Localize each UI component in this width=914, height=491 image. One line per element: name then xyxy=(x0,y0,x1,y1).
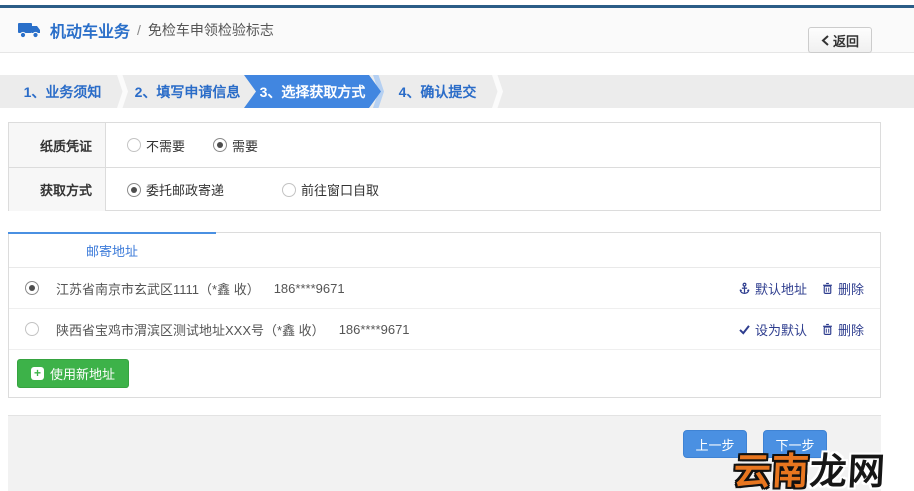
default-address-button[interactable]: 默认地址 xyxy=(738,279,807,298)
radio-needed[interactable]: 需要 xyxy=(213,136,258,155)
previous-step-button[interactable]: 上一步 xyxy=(683,430,747,458)
form-content: 委托邮政寄递 前往窗口自取 xyxy=(106,168,880,211)
radio-checked-icon[interactable] xyxy=(25,281,39,295)
trash-icon xyxy=(821,323,834,336)
radio-icon[interactable] xyxy=(127,138,141,152)
radio-checked-icon[interactable] xyxy=(127,183,141,197)
form-label: 纸质凭证 xyxy=(9,123,106,167)
step-2-fill-info: 2、填写申请信息 xyxy=(125,75,250,108)
truck-icon xyxy=(18,21,42,39)
page-subtitle: 免检车申领检验标志 xyxy=(148,20,274,40)
check-icon xyxy=(738,323,751,336)
address-row-1[interactable]: 江苏省南京市玄武区1111（*鑫 收） 186****9671 默认地址 xyxy=(9,268,880,309)
form-row-paper-voucher: 纸质凭证 不需要 需要 xyxy=(9,123,880,167)
back-button[interactable]: 返回 xyxy=(808,27,872,53)
page: 机动车业务 / 免检车申领检验标志 返回 1、业务须知 2、填写申请信息 3、选… xyxy=(0,0,914,491)
address-tabbar: 邮寄地址 xyxy=(9,233,880,268)
tab-label: 邮寄地址 xyxy=(86,241,138,260)
back-button-label: 返回 xyxy=(833,31,859,50)
radio-not-needed[interactable]: 不需要 xyxy=(127,136,185,155)
tab-mailing-address[interactable]: 邮寄地址 xyxy=(9,233,215,267)
action-label: 默认地址 xyxy=(755,279,807,298)
footer-buttons: 上一步 下一步 xyxy=(683,430,827,458)
address-text: 陕西省宝鸡市渭滨区测试地址XXX号（*鑫 收） xyxy=(56,320,325,339)
radio-label: 委托邮政寄递 xyxy=(146,180,224,199)
address-text: 江苏省南京市玄武区1111（*鑫 收） xyxy=(56,279,260,298)
address-actions: 默认地址 删除 xyxy=(738,279,864,298)
plus-icon: + xyxy=(31,367,44,380)
footer-bar: 上一步 下一步 xyxy=(8,415,881,491)
address-actions: 设为默认 删除 xyxy=(738,320,864,339)
radio-icon[interactable] xyxy=(282,183,296,197)
radio-icon[interactable] xyxy=(25,322,39,336)
address-row-2[interactable]: 陕西省宝鸡市渭滨区测试地址XXX号（*鑫 收） 186****9671 设为默认 xyxy=(9,309,880,350)
step-progress-bar: 1、业务须知 2、填写申请信息 3、选择获取方式 4、确认提交 xyxy=(0,75,914,108)
breadcrumb-separator: / xyxy=(137,22,141,38)
radio-label: 前往窗口自取 xyxy=(301,180,379,199)
radio-window-pickup[interactable]: 前往窗口自取 xyxy=(282,180,379,199)
step-label: 4、确认提交 xyxy=(399,82,477,102)
radio-postal-delivery[interactable]: 委托邮政寄递 xyxy=(127,180,224,199)
radio-label: 不需要 xyxy=(146,136,185,155)
options-form: 纸质凭证 不需要 需要 获取方式 委托邮政寄递 xyxy=(8,122,881,211)
set-default-button[interactable]: 设为默认 xyxy=(738,320,807,339)
delete-address-button[interactable]: 删除 xyxy=(821,320,864,339)
delete-address-button[interactable]: 删除 xyxy=(821,279,864,298)
action-label: 设为默认 xyxy=(755,320,807,339)
button-label: 使用新地址 xyxy=(50,364,115,383)
mailing-address-panel: 邮寄地址 江苏省南京市玄武区1111（*鑫 收） 186****9671 默认地… xyxy=(8,232,881,398)
radio-label: 需要 xyxy=(232,136,258,155)
page-header: 机动车业务 / 免检车申领检验标志 返回 xyxy=(0,8,914,53)
next-step-button[interactable]: 下一步 xyxy=(763,430,827,458)
page-title: 机动车业务 xyxy=(50,18,130,42)
step-1-notice: 1、业务须知 xyxy=(0,75,125,108)
step-label: 3、选择获取方式 xyxy=(260,82,366,102)
step-label: 2、填写申请信息 xyxy=(135,82,241,102)
step-label: 1、业务须知 xyxy=(24,82,102,102)
step-4-confirm-submit: 4、确认提交 xyxy=(375,75,500,108)
radio-checked-icon[interactable] xyxy=(213,138,227,152)
chevron-left-icon xyxy=(821,35,829,46)
anchor-icon xyxy=(738,282,751,295)
step-3-choose-method-active: 3、选择获取方式 xyxy=(244,75,381,108)
address-phone: 186****9671 xyxy=(274,281,345,296)
address-footer: + 使用新地址 xyxy=(9,350,880,397)
action-label: 删除 xyxy=(838,320,864,339)
use-new-address-button[interactable]: + 使用新地址 xyxy=(17,359,129,388)
action-label: 删除 xyxy=(838,279,864,298)
trash-icon xyxy=(821,282,834,295)
form-row-delivery-method: 获取方式 委托邮政寄递 前往窗口自取 xyxy=(9,167,880,211)
address-phone: 186****9671 xyxy=(339,322,410,337)
form-content: 不需要 需要 xyxy=(106,123,880,167)
form-label: 获取方式 xyxy=(9,168,106,211)
